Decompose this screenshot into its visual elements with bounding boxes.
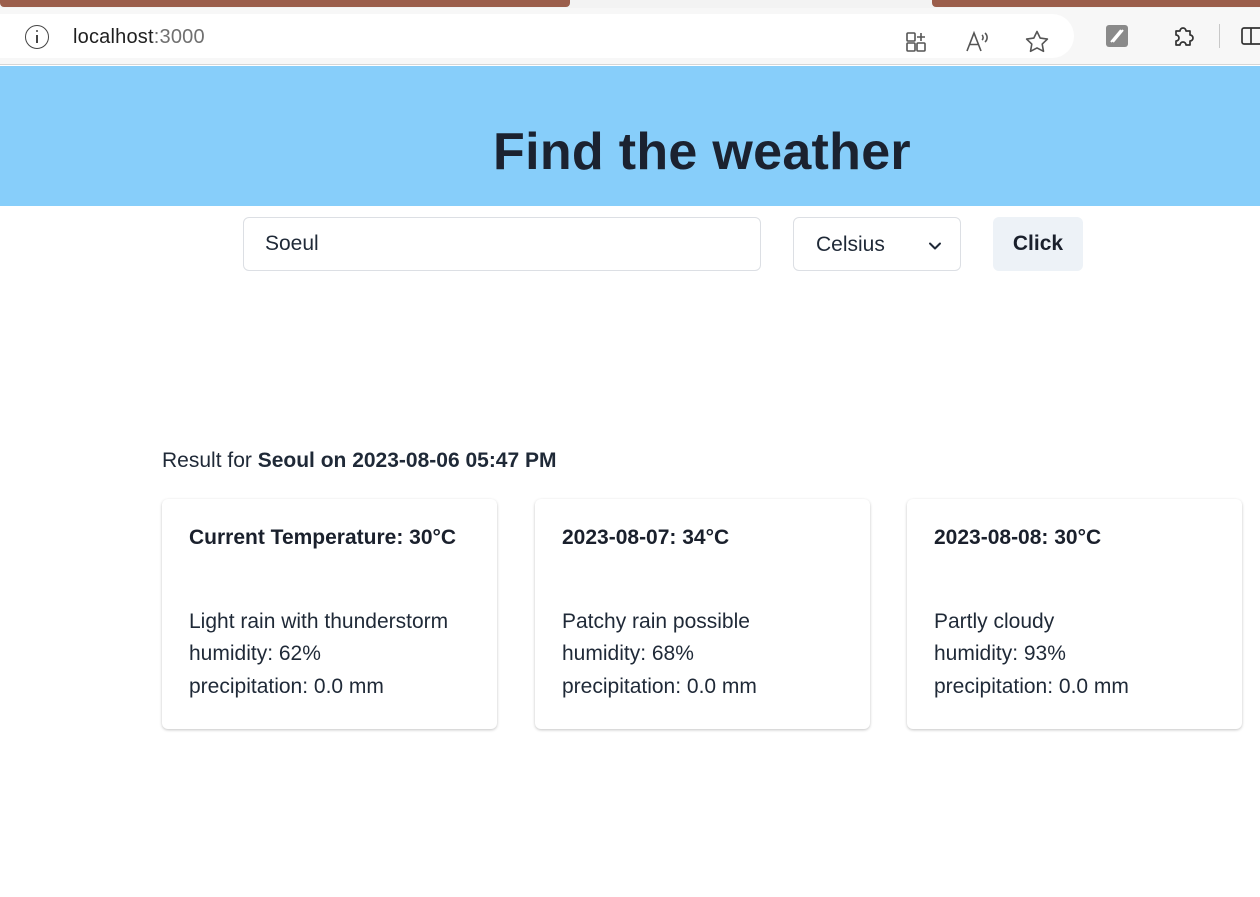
header-banner: Find the weather: [0, 66, 1260, 206]
card-precipitation: precipitation: 0.0 mm: [562, 675, 757, 698]
card-precipitation: precipitation: 0.0 mm: [934, 675, 1129, 698]
site-info-icon[interactable]: [25, 25, 49, 49]
split-screen-icon[interactable]: [1238, 22, 1260, 50]
unit-select[interactable]: Celsius: [793, 217, 961, 271]
submit-button[interactable]: Click: [993, 217, 1083, 271]
browser-tab[interactable]: [932, 0, 1260, 7]
read-aloud-icon[interactable]: [963, 28, 991, 56]
result-summary: Result for Seoul on 2023-08-06 05:47 PM: [162, 449, 557, 473]
url-host: localhost: [73, 26, 154, 48]
card-heading: 2023-08-08: 30°C: [934, 526, 1102, 549]
app-available-icon[interactable]: [903, 28, 931, 56]
extension-pen-icon[interactable]: [1103, 22, 1131, 50]
address-bar[interactable]: localhost:3000: [0, 14, 1074, 58]
browser-toolbar: localhost:3000: [0, 8, 1260, 65]
url-text[interactable]: localhost:3000: [73, 26, 205, 49]
page-title: Find the weather: [493, 123, 911, 181]
card-precipitation: precipitation: 0.0 mm: [189, 675, 384, 698]
weather-card-forecast: 2023-08-07: 34°C Patchy rain possible hu…: [535, 499, 870, 729]
unit-select-value: Celsius: [816, 233, 885, 256]
city-search-input[interactable]: [243, 217, 761, 271]
chevron-down-icon: [929, 242, 941, 250]
card-heading: 2023-08-07: 34°C: [562, 526, 730, 549]
card-condition: Light rain with thunderstorm: [189, 610, 449, 633]
weather-card-forecast: 2023-08-08: 30°C Partly cloudy humidity:…: [907, 499, 1242, 729]
extensions-puzzle-icon[interactable]: [1170, 22, 1198, 50]
card-heading: Current Temperature: 30°C: [189, 526, 457, 549]
card-humidity: humidity: 93%: [934, 642, 1066, 665]
toolbar-divider: [1219, 24, 1220, 48]
result-location-time: Seoul on 2023-08-06 05:47 PM: [257, 449, 557, 472]
card-condition: Patchy rain possible: [562, 610, 750, 633]
result-prefix: Result for: [162, 449, 258, 472]
tab-strip: [0, 0, 1260, 8]
card-humidity: humidity: 62%: [189, 642, 321, 665]
favorite-star-icon[interactable]: [1023, 28, 1051, 56]
card-humidity: humidity: 68%: [562, 642, 694, 665]
browser-tab[interactable]: [0, 0, 570, 7]
weather-card-current: Current Temperature: 30°C Light rain wit…: [162, 499, 497, 729]
url-port: :3000: [153, 26, 205, 48]
card-condition: Partly cloudy: [934, 610, 1055, 633]
